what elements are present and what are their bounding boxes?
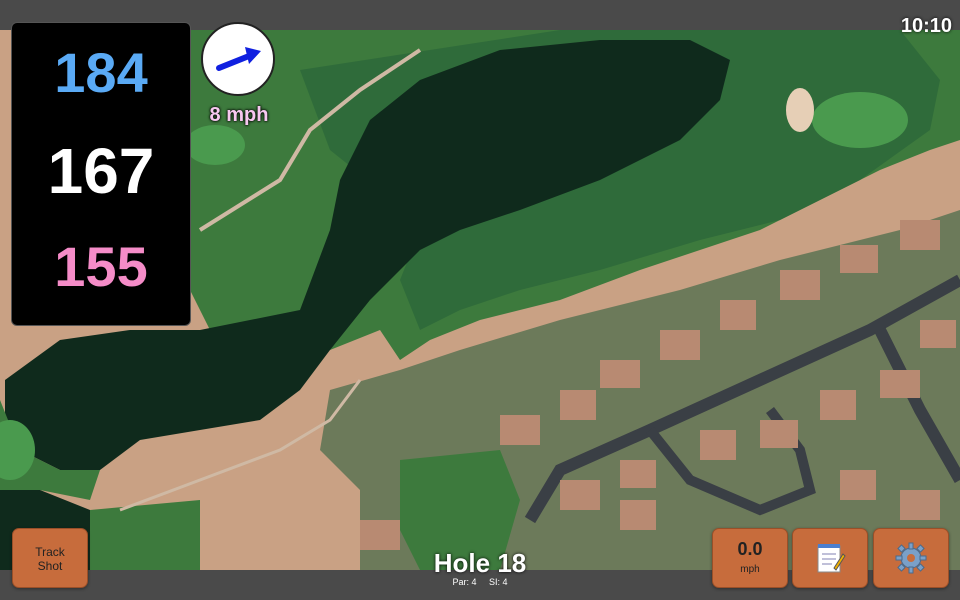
wind-indicator	[201, 22, 275, 96]
notes-button[interactable]	[792, 528, 868, 588]
clock: 10:10	[900, 15, 952, 37]
gear-icon	[895, 542, 927, 574]
speed-button[interactable]: 0.0 mph	[712, 528, 788, 588]
front-distance: 155	[54, 235, 148, 298]
hole-info: Par: 4 SI: 4	[380, 577, 580, 587]
settings-button[interactable]	[873, 528, 949, 588]
speed-unit: mph	[740, 564, 760, 575]
arrow-icon	[216, 47, 261, 71]
hole-title: Hole 18	[433, 548, 527, 578]
stroke-index-label: SI: 4	[489, 577, 508, 587]
par-label: Par: 4	[452, 577, 477, 587]
wind-speed: 8 mph	[209, 104, 269, 126]
middle-distance: 167	[47, 135, 155, 207]
track-shot-button[interactable]: Track Shot	[12, 528, 88, 588]
notepad-icon	[817, 544, 846, 573]
distance-panel: 184 167 155	[11, 22, 191, 326]
track-shot-label: Track Shot	[35, 545, 65, 573]
speed-value: 0.0	[737, 539, 763, 559]
back-distance: 184	[54, 41, 148, 104]
